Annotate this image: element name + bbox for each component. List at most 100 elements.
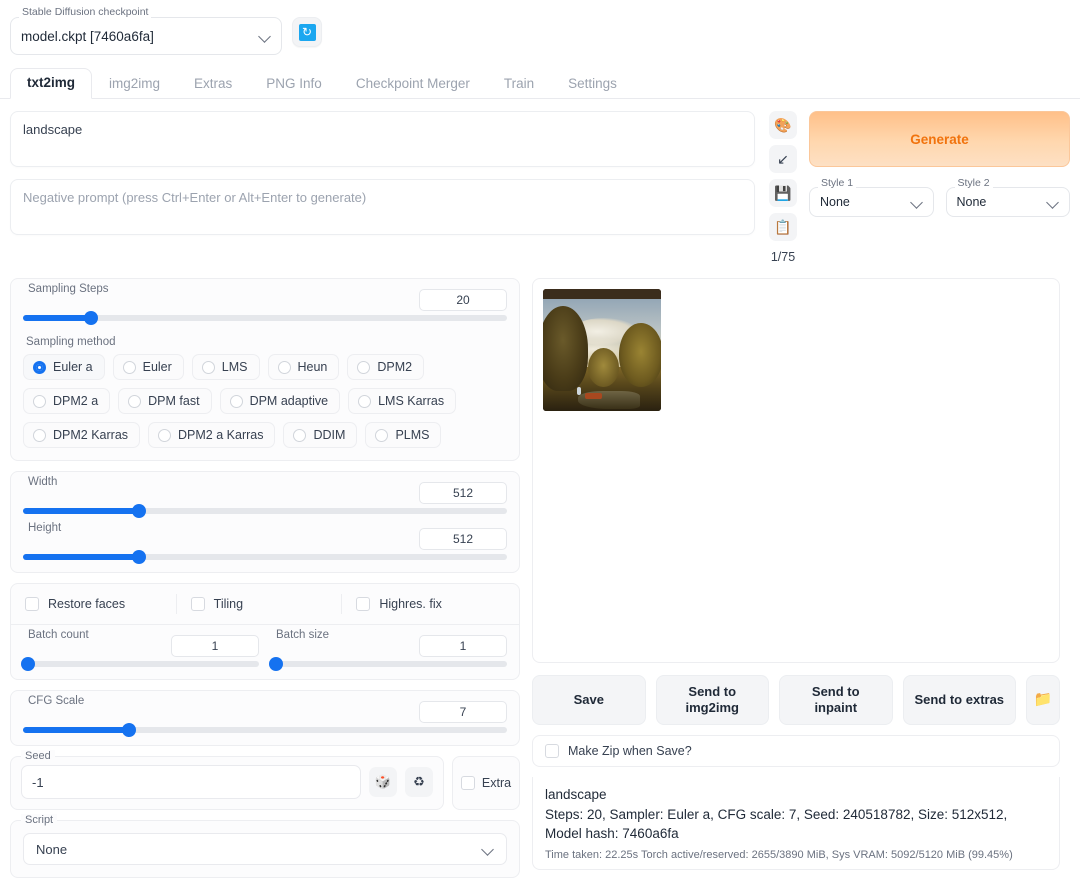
radio-dpm-fast[interactable]: DPM fast [118,388,212,414]
style-2-dropdown[interactable]: None [945,187,1070,217]
styles-row: Style 1 None Style 2 None [809,178,1070,217]
tab-txt2img[interactable]: txt2img [10,68,93,99]
sampling-steps-track[interactable] [23,311,507,325]
seed-group: Seed -1 🎲 ♻ [10,750,444,810]
style-1-selector[interactable]: Style 1 None [809,178,934,217]
cfg-scale-label: CFG Scale [25,695,88,707]
slider-thumb[interactable] [132,550,147,564]
extra-label: Extra [481,776,512,790]
cfg-scale-slider[interactable]: CFG Scale 7 [23,695,507,737]
cfg-scale-value[interactable]: 7 [419,701,507,723]
style-1-dropdown[interactable]: None [809,187,934,217]
radio-label: DPM2 a Karras [178,428,264,442]
radio-dpm2-a-karras[interactable]: DPM2 a Karras [148,422,276,448]
send-to-inpaint-button[interactable]: Send to inpaint [779,675,893,725]
radio-heun[interactable]: Heun [267,354,340,380]
tab-train[interactable]: Train [487,69,551,99]
negative-prompt-input[interactable]: Negative prompt (press Ctrl+Enter or Alt… [10,179,755,235]
send-to-img2img-button[interactable]: Send to img2img [655,675,769,725]
slider-fill [23,508,140,514]
tab-extras[interactable]: Extras [177,69,249,99]
batch-size-value[interactable]: 1 [419,635,507,657]
floppy-save-icon[interactable]: 💾 [769,179,797,207]
radio-dpm2-a[interactable]: DPM2 a [23,388,111,414]
clipboard-icon[interactable]: 📋 [769,213,797,241]
generate-column: 🎨 ↙ 💾 📋 1/75 Generate Style 1 None Style… [755,111,1070,264]
checkpoint-label: Stable Diffusion checkpoint [19,7,152,18]
script-dropdown[interactable]: None [23,833,507,865]
toggle-row: Restore faces Tiling Highres. fix [23,594,507,614]
radio-label: DPM2 Karras [53,428,129,442]
settings-column: Sampling Steps 20 Sampling method Euler … [10,278,520,888]
chevron-down-icon [482,843,494,855]
sampling-steps-slider[interactable]: Sampling Steps 20 [23,283,507,325]
recycle-icon[interactable]: ♻ [405,767,433,797]
prompt-input[interactable]: landscape [10,111,755,167]
slider-thumb[interactable] [132,504,147,518]
image-tree-right [618,323,661,387]
height-track[interactable] [23,550,507,564]
batch-count-label: Batch count [25,629,92,641]
cfg-scale-track[interactable] [23,723,507,737]
script-card: Script None [10,814,520,878]
width-track[interactable] [23,504,507,518]
extra-seed-checkbox[interactable]: Extra [452,756,520,810]
radio-dpm2-karras[interactable]: DPM2 Karras [23,422,141,448]
radio-dpm-adaptive[interactable]: DPM adaptive [219,388,341,414]
save-button[interactable]: Save [532,675,646,725]
checkpoint-selector[interactable]: Stable Diffusion checkpoint model.ckpt [… [10,7,282,55]
radio-dot-icon [201,360,215,374]
open-folder-icon[interactable]: 📁 [1026,675,1060,725]
radio-euler-a[interactable]: Euler a [23,354,105,380]
radio-label: Euler a [53,360,93,374]
radio-label: PLMS [395,428,430,442]
checkpoint-dropdown[interactable]: model.ckpt [7460a6fa] [10,17,282,55]
batch-count-value[interactable]: 1 [171,635,259,657]
batch-size-track[interactable] [268,657,507,671]
height-value[interactable]: 512 [419,528,507,550]
tiling-label: Tiling [213,597,244,611]
tab-img2img[interactable]: img2img [92,69,177,99]
radio-label: DPM2 a [53,394,99,408]
radio-lms[interactable]: LMS [191,354,260,380]
radio-euler[interactable]: Euler [112,354,184,380]
tiling-checkbox[interactable]: Tiling [177,594,343,614]
radio-label: LMS [221,360,248,374]
refresh-checkpoints-button[interactable]: ↻ [292,17,322,47]
radio-dot-icon [158,428,172,442]
arrow-pen-icon[interactable]: ↙ [769,145,797,173]
style-2-selector[interactable]: Style 2 None [945,178,1070,217]
height-slider[interactable]: Height 512 [23,522,507,564]
batch-count-slider[interactable]: Batch count 1 [20,629,259,671]
slider-thumb[interactable] [83,311,98,325]
generated-image[interactable] [543,289,661,411]
radio-ddim[interactable]: DDIM [283,422,358,448]
seed-input[interactable]: -1 [21,765,361,799]
slider-thumb[interactable] [268,657,283,671]
radio-dot-icon [33,394,46,408]
slider-thumb[interactable] [122,723,137,737]
batch-size-slider[interactable]: Batch size 1 [268,629,507,671]
highres-fix-checkbox[interactable]: Highres. fix [342,594,507,614]
result-gallery[interactable] [532,278,1060,663]
radio-lms-karras[interactable]: LMS Karras [348,388,457,414]
make-zip-checkbox[interactable]: Make Zip when Save? [532,735,1060,767]
batch-count-track[interactable] [20,657,259,671]
slider-thumb[interactable] [20,657,35,671]
tab-png-info[interactable]: PNG Info [249,69,339,99]
palette-icon[interactable]: 🎨 [769,111,797,139]
dice-icon[interactable]: 🎲 [369,767,397,797]
main-tabs: txt2img img2img Extras PNG Info Checkpoi… [0,67,1080,99]
radio-plms[interactable]: PLMS [365,422,442,448]
generate-button[interactable]: Generate [809,111,1070,167]
checkbox-icon [25,597,39,611]
send-to-extras-button[interactable]: Send to extras [902,675,1016,725]
tab-checkpoint-merger[interactable]: Checkpoint Merger [339,69,487,99]
tab-settings[interactable]: Settings [551,69,634,99]
radio-dpm2[interactable]: DPM2 [347,354,425,380]
restore-faces-checkbox[interactable]: Restore faces [23,594,177,614]
sampling-steps-value[interactable]: 20 [419,289,507,311]
width-slider[interactable]: Width 512 [23,476,507,518]
batch-row: Batch count 1 Batch size 1 [20,629,507,671]
width-value[interactable]: 512 [419,482,507,504]
